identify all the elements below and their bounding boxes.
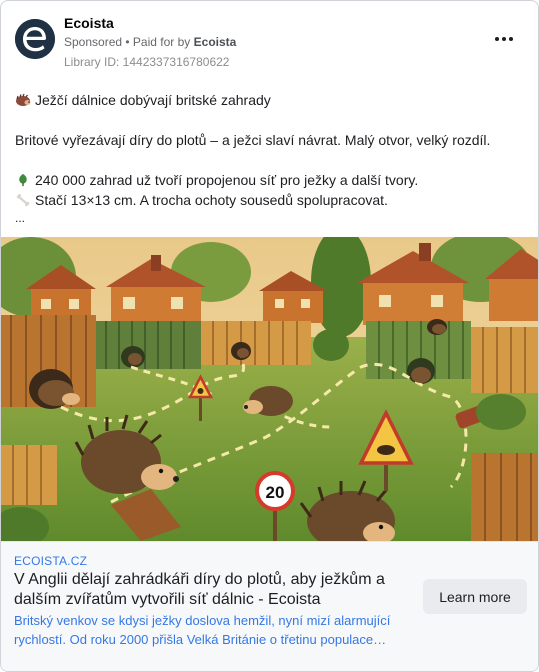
sponsored-label: Sponsored: [64, 35, 123, 49]
page-avatar[interactable]: [15, 19, 55, 59]
ad-card: Ecoista Sponsored • Paid for by Ecoista …: [0, 0, 539, 672]
more-horizontal-icon: [495, 37, 499, 41]
fence-green: [96, 321, 201, 369]
more-options-button[interactable]: [490, 29, 518, 49]
more-dot: [509, 37, 513, 41]
sponsored-line: Sponsored • Paid for by Ecoista: [64, 35, 236, 49]
speed-sign-number: 20: [266, 483, 285, 502]
paid-for-prefix: Paid for by: [132, 35, 191, 49]
bone-icon: [16, 194, 30, 207]
link-description[interactable]: Britský venkov se kdysi ježky doslova he…: [14, 611, 414, 649]
body-line2: Britové vyřezávají díry do plotů – a jež…: [15, 132, 491, 148]
library-id: Library ID: 1442337316780622: [64, 55, 230, 69]
paid-for-name[interactable]: Ecoista: [194, 35, 237, 49]
more-dot: [502, 37, 506, 41]
link-preview[interactable]: ECOISTA.CZ V Anglii dělají zahrádkáři dí…: [1, 541, 538, 671]
tree-icon: [19, 173, 27, 187]
body-line3-text: 240 000 zahrad už tvoří propojenou síť p…: [35, 172, 419, 188]
body-line4: Stačí 13×13 cm. A trocha ochoty sousedů …: [15, 190, 524, 210]
body-line-title: Ježčí dálnice dobývají britské zahrady: [15, 90, 524, 110]
fence-far-right: [471, 327, 538, 393]
ad-image[interactable]: 20: [1, 237, 538, 541]
body-line3: 240 000 zahrad už tvoří propojenou síť p…: [15, 170, 524, 190]
body-line1-text: Ježčí dálnice dobývají britské zahrady: [35, 92, 271, 108]
page-name[interactable]: Ecoista: [64, 15, 114, 31]
fence-bottom-left: [1, 445, 57, 505]
separator-dot: •: [122, 35, 133, 49]
fence-mid: [201, 321, 311, 365]
post-body: Ježčí dálnice dobývají britské zahrady B…: [15, 90, 524, 226]
post-header: Ecoista Sponsored • Paid for by Ecoista …: [13, 11, 526, 71]
body-line4-text: Stačí 13×13 cm. A trocha ochoty sousedů …: [35, 192, 388, 208]
garden-hedgehog-illustration: 20: [1, 237, 538, 541]
fence-bottom-right: [471, 453, 538, 541]
hedgehog-icon: [16, 93, 31, 106]
see-more-ellipsis[interactable]: ...: [15, 210, 524, 226]
link-headline[interactable]: V Anglii dělají zahrádkáři díry do plotů…: [14, 570, 409, 610]
link-domain[interactable]: ECOISTA.CZ: [14, 554, 87, 568]
ecoista-logo-icon: [15, 19, 55, 59]
learn-more-button[interactable]: Learn more: [423, 579, 527, 614]
